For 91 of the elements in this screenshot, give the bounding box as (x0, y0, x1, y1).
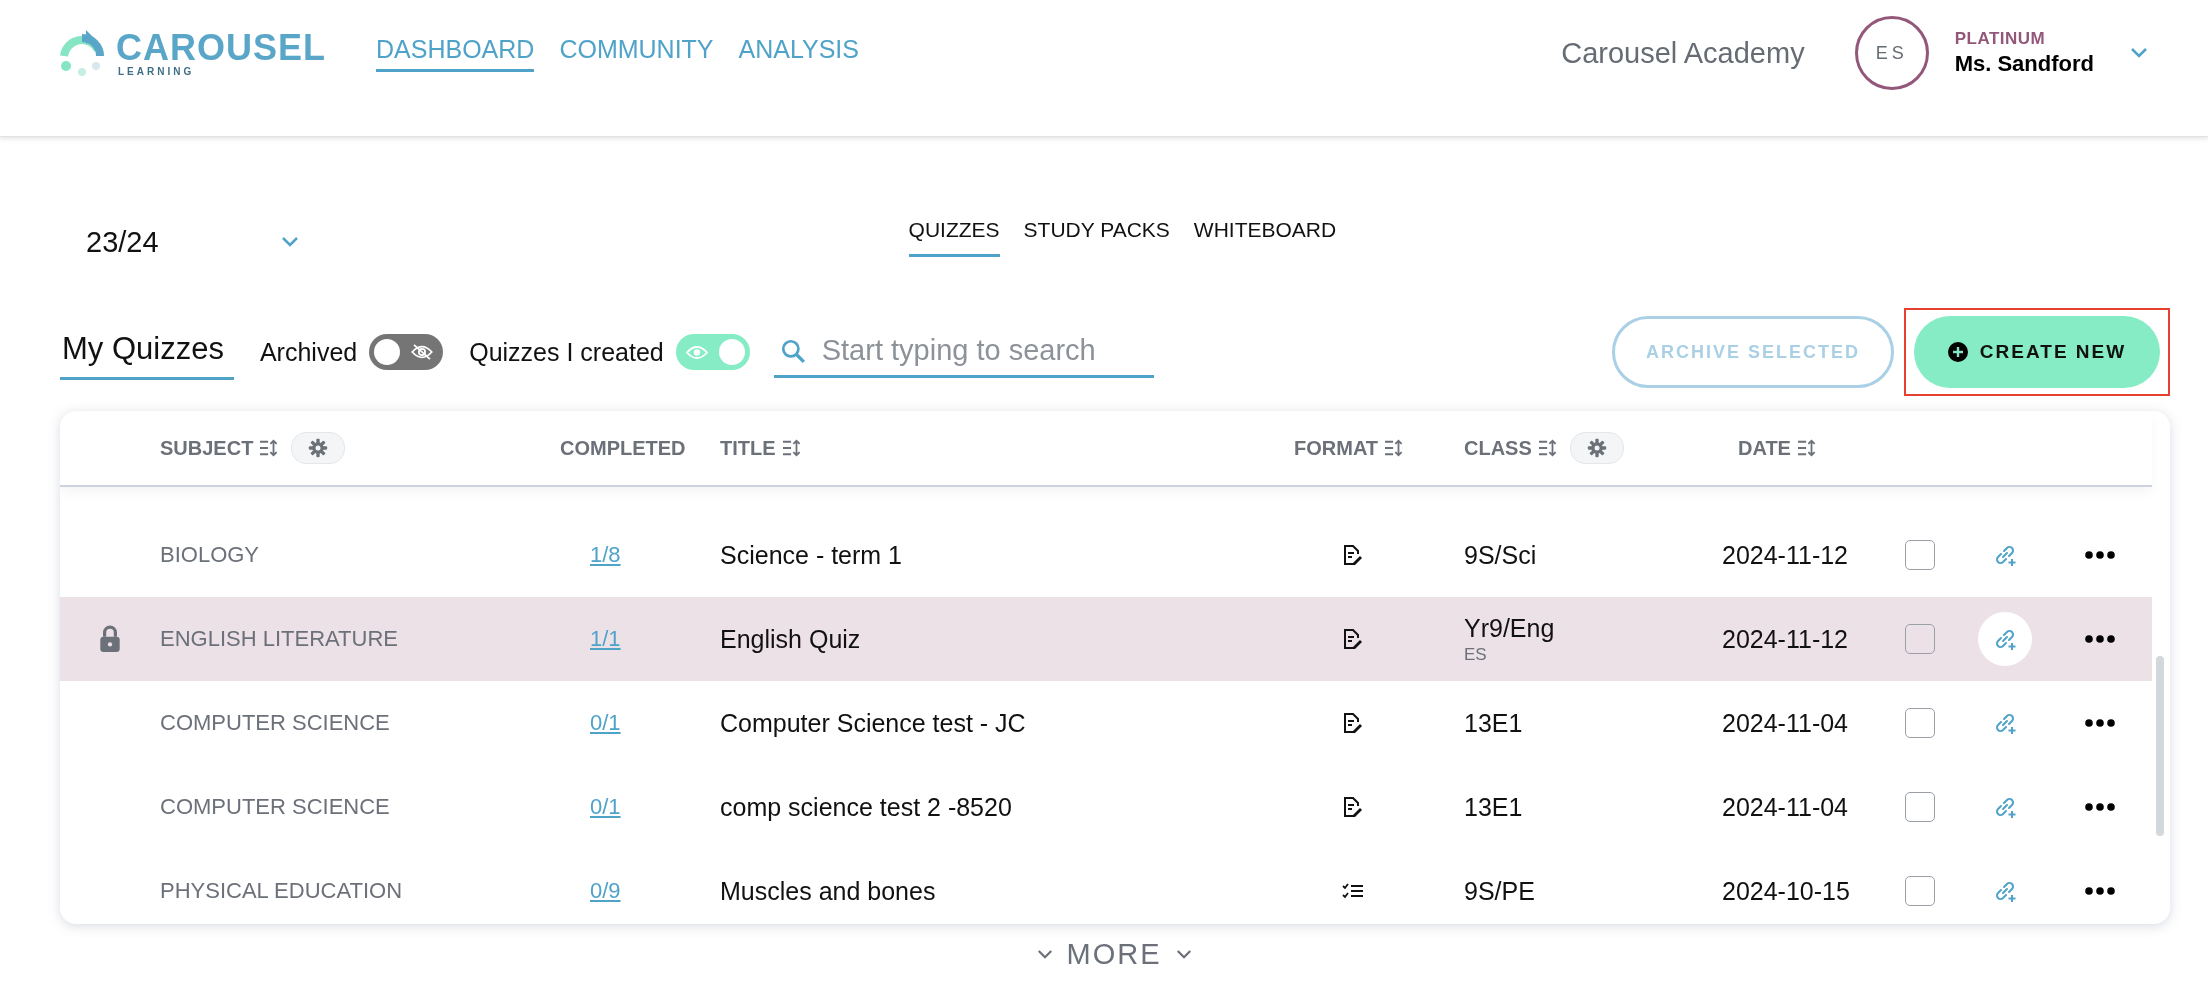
class-cell: 9S/Sci (1464, 540, 1537, 570)
date-cell: 2024-11-04 (1722, 708, 1849, 738)
sort-icon[interactable] (781, 439, 802, 457)
padlock-icon (99, 625, 121, 653)
subject-cell: PHYSICAL EDUCATION (160, 878, 403, 904)
completed-link[interactable]: 0/9 (590, 878, 621, 904)
more-options-icon[interactable] (2085, 887, 2115, 895)
share-link-button[interactable] (1978, 612, 2032, 666)
scrollbar[interactable] (2156, 656, 2164, 836)
settings-icon[interactable] (291, 432, 346, 464)
eye-icon (685, 344, 708, 360)
brand-name: CAROUSEL (116, 29, 326, 66)
membership-label: PLATINUM (1954, 29, 2047, 49)
search-icon (779, 337, 806, 364)
title-cell: comp science test 2 -8520 (720, 792, 1012, 822)
subject-cell: BIOLOGY (160, 542, 260, 568)
class-cell: 13E1 (1464, 708, 1523, 738)
chevron-down-icon[interactable] (2130, 47, 2148, 59)
class-teacher-initials: ES (1464, 644, 1487, 665)
subject-cell: COMPUTER SCIENCE (160, 794, 390, 820)
column-header[interactable]: COMPLETED (560, 436, 686, 460)
more-options-icon[interactable] (2085, 635, 2115, 643)
nav-link[interactable]: DASHBOARD (376, 34, 535, 72)
nav-link[interactable]: COMMUNITY (559, 34, 714, 72)
column-header[interactable]: SUBJECT (160, 436, 254, 460)
sort-icon[interactable] (1384, 439, 1405, 457)
school-name: Carousel Academy (1561, 36, 1805, 70)
nav-link[interactable]: ANALYSIS (738, 34, 859, 72)
link-plus-icon (1993, 627, 2017, 651)
more-options-icon[interactable] (2085, 803, 2115, 811)
subject-cell: ENGLISH LITERATURE (160, 626, 398, 652)
class-cell: Yr9/Eng (1464, 613, 1555, 643)
more-button[interactable]: MORE (1014, 938, 1214, 971)
sort-icon[interactable] (1537, 439, 1558, 457)
document-edit-icon (1342, 796, 1362, 818)
column-header[interactable]: CLASS (1464, 436, 1532, 460)
tab[interactable]: QUIZZES (908, 217, 1000, 257)
column-header[interactable]: DATE (1738, 436, 1791, 460)
document-edit-icon (1342, 712, 1362, 734)
eye-slash-icon (411, 344, 434, 360)
avatar[interactable]: ES (1854, 16, 1929, 90)
create-new-button[interactable]: CREATE NEW (1914, 316, 2160, 388)
title-cell: Science - term 1 (720, 540, 902, 570)
chevron-down-icon (1036, 949, 1053, 960)
sort-icon[interactable] (1796, 439, 1817, 457)
checkbox[interactable] (1905, 708, 1935, 738)
class-cell: 13E1 (1464, 792, 1523, 822)
link-plus-icon (1993, 711, 2017, 735)
toggle-label: Archived (259, 337, 358, 367)
carousel-logo-icon (60, 30, 104, 76)
link-plus-icon (1993, 543, 2017, 567)
plus-circle-icon (1947, 342, 1968, 362)
section-title: My Quizzes (60, 330, 234, 380)
date-cell: 2024-11-04 (1722, 792, 1849, 822)
checkbox[interactable] (1905, 792, 1935, 822)
toggle-switch[interactable] (675, 334, 750, 370)
date-cell: 2024-11-12 (1722, 540, 1849, 570)
document-edit-icon (1342, 628, 1362, 650)
settings-icon[interactable] (1569, 432, 1624, 464)
chevron-down-icon (280, 236, 299, 248)
date-cell: 2024-10-15 (1722, 876, 1850, 906)
link-plus-icon (1993, 879, 2017, 903)
link-plus-icon (1993, 795, 2017, 819)
document-edit-icon (1342, 544, 1362, 566)
tab[interactable]: STUDY PACKS (1023, 217, 1170, 257)
search-field[interactable]: Start typing to search (773, 326, 1154, 378)
brand-tagline: LEARNING (118, 65, 196, 77)
more-options-icon[interactable] (2085, 719, 2115, 727)
date-cell: 2024-11-12 (1722, 624, 1849, 654)
subject-cell: COMPUTER SCIENCE (160, 710, 390, 736)
year-select[interactable]: 23/24 (86, 225, 299, 259)
title-cell: English Quiz (720, 624, 861, 654)
column-header[interactable]: FORMAT (1294, 436, 1379, 460)
completed-link[interactable]: 0/1 (590, 710, 621, 736)
completed-link[interactable]: 1/8 (590, 542, 621, 568)
sort-icon[interactable] (259, 439, 280, 457)
chevron-down-icon (1175, 949, 1192, 960)
column-header[interactable]: TITLE (720, 436, 776, 460)
title-cell: Muscles and bones (720, 876, 936, 906)
checkbox[interactable] (1905, 876, 1935, 906)
title-cell: Computer Science test - JC (720, 708, 1026, 738)
toggle-switch[interactable] (369, 334, 444, 370)
checklist-icon (1342, 882, 1364, 900)
checkbox[interactable] (1905, 624, 1935, 654)
completed-link[interactable]: 0/1 (590, 794, 621, 820)
user-name: Ms. Sandford (1954, 51, 2094, 77)
more-options-icon[interactable] (2085, 551, 2115, 559)
tab[interactable]: WHITEBOARD (1193, 217, 1337, 257)
toggle-label: Quizzes I created (469, 337, 664, 367)
class-cell: 9S/PE (1464, 876, 1535, 906)
checkbox[interactable] (1905, 540, 1935, 570)
